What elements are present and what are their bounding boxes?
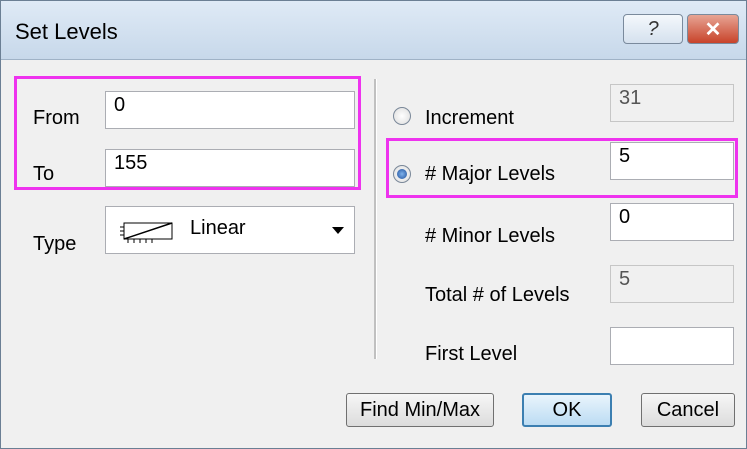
from-to-highlight	[14, 76, 361, 190]
linear-scale-icon	[120, 222, 173, 243]
increment-label[interactable]: Increment	[425, 107, 514, 130]
vertical-divider	[374, 79, 377, 359]
type-label: Type	[33, 233, 77, 255]
major-levels-highlight	[386, 138, 738, 198]
minor-levels-label: # Minor Levels	[425, 225, 556, 247]
window-title: Set Levels	[15, 19, 118, 44]
first-level-input[interactable]	[610, 327, 734, 365]
chevron-down-icon[interactable]	[332, 227, 344, 234]
set-levels-dialog: Set Levels ? ✕ From 0 To 155 Type Linear	[0, 0, 747, 449]
close-icon: ✕	[704, 18, 722, 41]
help-button[interactable]: ?	[623, 14, 683, 44]
ok-button[interactable]: OK	[522, 393, 612, 427]
cancel-button[interactable]: Cancel	[641, 393, 735, 427]
increment-radio[interactable]	[393, 107, 411, 125]
first-level-label: First Level	[425, 343, 518, 365]
increment-input: 31	[610, 84, 734, 122]
minor-levels-input[interactable]: 0	[610, 203, 734, 241]
find-min-max-button[interactable]: Find Min/Max	[346, 393, 494, 427]
total-levels-input: 5	[610, 265, 734, 303]
close-button[interactable]: ✕	[687, 14, 739, 44]
type-select-value: Linear	[190, 217, 246, 239]
title-bar: Set Levels ? ✕	[1, 1, 746, 60]
total-levels-label: Total # of Levels	[425, 284, 570, 306]
type-select[interactable]: Linear	[105, 206, 355, 254]
help-icon: ?	[647, 17, 659, 40]
